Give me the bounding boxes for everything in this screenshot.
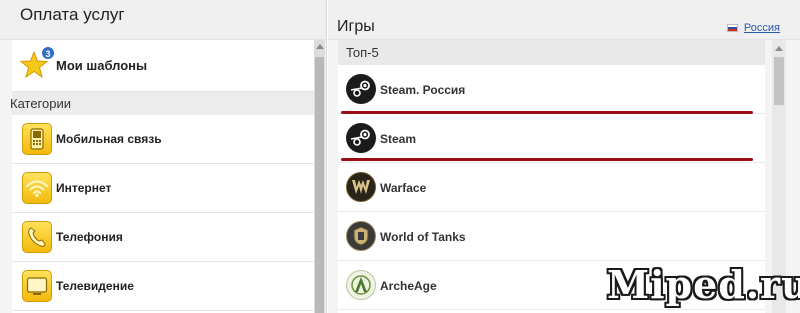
wifi-icon	[22, 172, 52, 204]
game-item-world-of-tanks[interactable]: World of Tanks	[338, 212, 765, 261]
game-item-warface[interactable]: Warface	[338, 163, 765, 212]
steam-icon	[346, 74, 376, 104]
telephone-handset-icon	[22, 221, 52, 253]
services-panel-title: Оплата услуг	[0, 0, 326, 40]
scrollbar-thumb[interactable]	[315, 57, 324, 313]
watermark: Miped.ru	[607, 262, 800, 307]
game-label: ArcheAge	[380, 279, 437, 293]
category-label: Мобильная связь	[56, 132, 162, 146]
mobile-phone-icon	[22, 123, 52, 155]
templates-count-badge: 3	[41, 46, 55, 60]
my-templates-label: Мои шаблоны	[56, 58, 148, 73]
game-label: World of Tanks	[380, 230, 466, 244]
steam-icon	[346, 123, 376, 153]
scroll-up-icon[interactable]	[775, 46, 783, 51]
game-label: Steam. Россия	[380, 83, 466, 97]
games-panel-title: Игры	[337, 18, 375, 35]
game-label: Steam	[380, 132, 417, 146]
my-templates-item[interactable]: 3 Мои шаблоны	[12, 40, 314, 92]
world-of-tanks-icon	[346, 221, 376, 251]
category-label: Телевидение	[56, 279, 134, 293]
warface-icon	[346, 172, 376, 202]
game-item-steam-russia[interactable]: Steam. Россия	[338, 65, 765, 114]
russia-flag-icon	[727, 24, 738, 32]
category-telephony[interactable]: Телефония	[12, 213, 314, 262]
region-link[interactable]: Россия	[744, 22, 780, 34]
category-label: Телефония	[56, 230, 123, 244]
scrollbar-thumb[interactable]	[774, 57, 784, 105]
highlight-underline	[341, 158, 753, 161]
services-scrollbar[interactable]	[314, 40, 325, 313]
services-panel: Оплата услуг 3 Мои шаблоны Категории Моб…	[0, 0, 327, 313]
category-label: Интернет	[56, 181, 112, 195]
services-list: 3 Мои шаблоны Категории Мобильная связь …	[10, 40, 314, 313]
category-tv[interactable]: Телевидение	[12, 262, 314, 311]
tv-icon	[22, 270, 52, 302]
game-label: Warface	[380, 181, 427, 195]
top5-header: Топ-5	[338, 40, 765, 65]
games-panel-header: Игры Россия	[328, 0, 800, 40]
game-item-steam[interactable]: Steam	[338, 114, 765, 163]
category-internet[interactable]: Интернет	[12, 164, 314, 213]
category-mobile[interactable]: Мобильная связь	[12, 115, 314, 164]
scroll-up-icon[interactable]	[316, 44, 324, 49]
archeage-icon	[346, 270, 376, 300]
categories-header: Категории	[10, 92, 314, 115]
